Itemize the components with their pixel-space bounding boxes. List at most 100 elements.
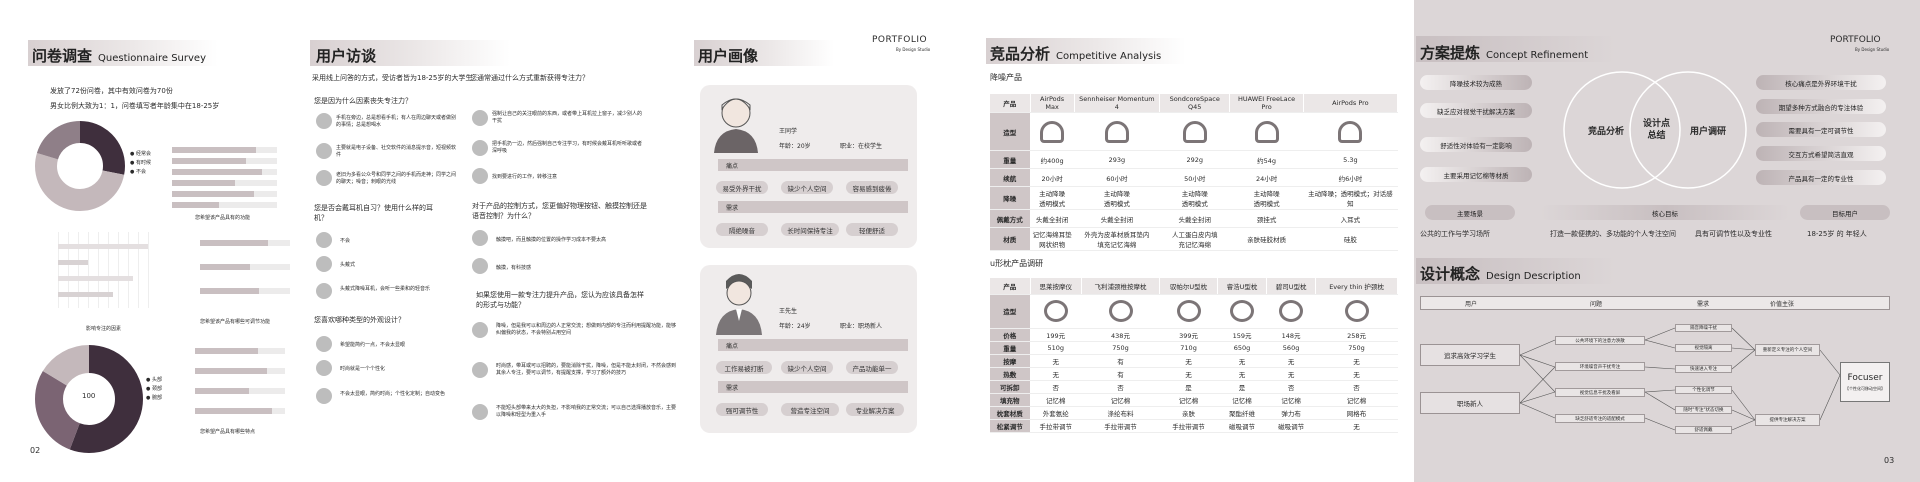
concept-title: 方案提炼 Concept Refinement — [1420, 44, 1589, 62]
table-cell: 无 — [1315, 367, 1398, 381]
avatar — [472, 168, 488, 184]
avatar — [316, 232, 332, 248]
design-user-2: 职场新人 — [1420, 392, 1520, 414]
table-cell: 有 — [1081, 354, 1161, 368]
design-header-user: 用户 — [1465, 301, 1478, 308]
table-cell: 记忆棉 — [1081, 393, 1161, 407]
answer-1-1: 手机在旁边，总是想看手机；有人在周边聊天或者做别的事情；总是想喝水 — [336, 115, 457, 128]
competitive-sub2: u形枕产品调研 — [990, 259, 1044, 268]
table-cell: 258元 — [1315, 328, 1398, 342]
design-need: 随时"专注"状态切换 — [1675, 406, 1732, 414]
table-row-label: 松紧调节 — [990, 419, 1031, 433]
answer-5-1: 触摸吧，而且触摸的位置的操作学习成本不要太高 — [496, 237, 607, 243]
table-cell: 记忆棉 — [1217, 393, 1268, 407]
table-cell: 750g — [1315, 341, 1398, 355]
product-image-placeholder — [1159, 112, 1231, 151]
table-header-cell: AirPods Pro — [1303, 94, 1399, 113]
competitive-sub1: 降噪产品 — [990, 73, 1022, 82]
table-cell: 主动降噪 透明模式 — [1030, 186, 1075, 210]
answer-2-1: 不会 — [340, 238, 351, 244]
product-image-placeholder — [1074, 112, 1161, 151]
design-need: 舒适佩戴 — [1675, 426, 1732, 434]
answer-4-1: 强制让自己的关注眼前的东西，或者带上耳机拉上窗子，减少别人的干扰 — [492, 111, 643, 124]
competitive-title: 竞品分析 Competitive Analysis — [990, 45, 1162, 63]
table-cell: 人工蛋白皮内填 充记忆海绵 — [1159, 227, 1231, 251]
table-row-label: 续航 — [990, 168, 1031, 187]
table-cell: 是 — [1159, 380, 1219, 394]
interview-intro: 采用线上问答的方式，受访者皆为18-25岁的大学生 — [312, 74, 473, 82]
focuser-box: Focuser 【个性化可移动空间】 — [1840, 362, 1890, 402]
table-row-label: 枕套材质 — [990, 406, 1031, 420]
avatar — [316, 336, 332, 352]
table-cell: 有 — [1081, 367, 1161, 381]
table-cell: 438元 — [1081, 328, 1161, 342]
brand-sub: By Design Studio — [896, 47, 931, 52]
bar-chart-features — [195, 348, 285, 414]
chart-label-factors: 影响专注的因素 — [86, 326, 122, 332]
table-row: 续航 20小时 60小时 50小时 24小时 约6小时 — [990, 168, 1399, 187]
answer-6-3: 不能短头部带来太大的负担，不影响我的正常交流；可以自己选择播放音乐，主要以降噪和… — [496, 405, 677, 418]
design-need: 隔音降噪干扰 — [1675, 324, 1732, 332]
product-shape-icon — [1108, 300, 1133, 322]
table-row: 造型 — [990, 112, 1399, 151]
table-cell: 记忆棉 — [1159, 393, 1219, 407]
design-value: 重新定义专注的个人空间 — [1755, 344, 1820, 356]
table-cell: 约400g — [1030, 150, 1075, 169]
venn-right-label: 用户调研 — [1690, 127, 1727, 137]
avatar — [316, 283, 332, 299]
product-shape-icon — [1182, 120, 1207, 143]
table-cell: 750g — [1081, 341, 1161, 355]
table-cell: 24小时 — [1229, 168, 1304, 187]
persona-title: 用户画像 — [698, 47, 759, 65]
table-row: 松紧调节 手拉带调节 手拉带调节 手拉带调节 磁吸调节 磁吸调节无 — [990, 419, 1398, 433]
scene-text: 公共的工作与学习场所 — [1420, 230, 1490, 238]
table-cell: 入耳式 — [1303, 209, 1399, 228]
product-shape-icon — [1040, 120, 1065, 143]
avatar — [472, 230, 488, 246]
table-row: 按摩无有无无无无 — [990, 354, 1398, 368]
design-header-need: 需求 — [1697, 301, 1710, 308]
table-header-cell: 驭帕尔U型枕 — [1159, 278, 1219, 295]
table-header-cell: 思莱按摩仪 — [1030, 278, 1082, 295]
table-row-label: 可拆卸 — [990, 380, 1031, 394]
design-header-value: 价值主张 — [1770, 301, 1795, 308]
persona-2-pain: 缺少个人空间 — [781, 361, 833, 374]
donut2-legend: ● 头部 ● 颈部 ● 腕部 — [146, 377, 162, 401]
donut1-legend: ● 经常会 ● 有时候 ● 不会 — [130, 151, 151, 175]
chart-label-features: 您希望产品具有哪些特点 — [200, 429, 256, 435]
table-cell: 约6小时 — [1303, 168, 1399, 187]
table-cell: 50小时 — [1159, 168, 1231, 187]
question-6: 如果您使用一款专注力提升产品，您认为应该具备怎样的形式与功能？ — [476, 291, 644, 309]
table-cell: 否 — [1081, 380, 1161, 394]
product-shape-icon — [1230, 300, 1255, 322]
answer-6-1: 降噪，但是我可以和周边的人正常交流；想做到内部的专注而利用提醒功能，能够纠偏我的… — [496, 323, 677, 336]
table-cell: 510g — [1030, 341, 1082, 355]
product-shape-icon — [1254, 120, 1279, 143]
table-cell: 主动降噪 透明模式 — [1074, 186, 1161, 210]
answer-3-2: 时尚就是一个个性化 — [340, 366, 386, 372]
question-4: 您通常通过什么方式重新获得专注力？ — [470, 74, 589, 82]
product-image-placeholder — [1081, 294, 1161, 329]
answer-1-3: 老旧为多看公众号和同学之间的手机而走神；同学之间的聊天；噪音；刺眼的光线 — [336, 172, 457, 185]
table-cell: 是 — [1217, 380, 1268, 394]
persona-2-illustration — [716, 274, 762, 335]
table-row: 重量 约400g 293g 292g 约54g 5.3g — [990, 150, 1399, 169]
answer-4-3: 找到要进行的工作，转移注意 — [492, 174, 558, 180]
design-title: 设计概念 Design Description — [1420, 265, 1581, 283]
persona-2-need-label: 需求 — [718, 381, 908, 393]
table-cell: 无 — [1315, 354, 1398, 368]
users-text: 18-25岁 的 年轻人 — [1807, 230, 1867, 238]
table-row-label: 热敷 — [990, 367, 1031, 381]
persona-2-pain: 工作易被打断 — [716, 361, 772, 374]
goal-text-2: 具有可调节性以及专业性 — [1695, 230, 1772, 238]
answer-5-2: 触摸，有科技感 — [496, 265, 532, 271]
persona-2-need: 专业解决方案 — [846, 403, 904, 416]
answer-2-2: 头戴式 — [340, 262, 356, 268]
donut2-center: 100 — [82, 392, 96, 400]
avatar — [472, 110, 488, 126]
table-cell: 头戴全封闭 — [1074, 209, 1161, 228]
bar-chart-functions — [172, 147, 277, 208]
table-cell: 60小时 — [1074, 168, 1161, 187]
chart-label-adjust: 您希望该产品有哪些可调节功能 — [200, 319, 271, 325]
product-image-placeholder — [1217, 294, 1268, 329]
